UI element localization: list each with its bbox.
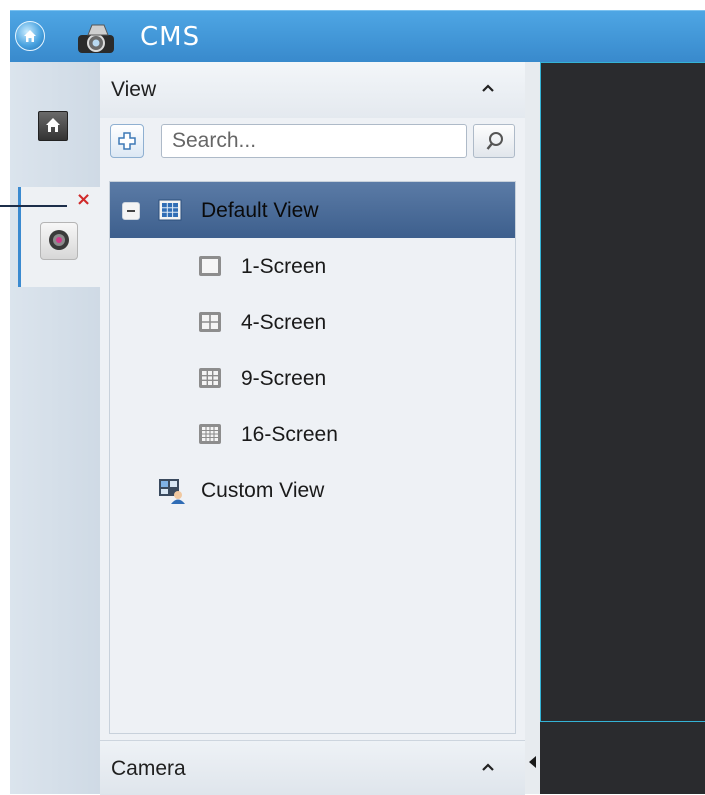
camera-panel-header[interactable]: Camera <box>100 740 525 795</box>
screen-16-icon <box>199 424 221 444</box>
tree-node-label: Default View <box>201 199 319 222</box>
add-view-button[interactable] <box>110 124 144 158</box>
tree-node-1-screen[interactable]: 1-Screen <box>110 238 515 294</box>
close-tab-icon[interactable]: × <box>76 191 91 209</box>
video-toolbar-area <box>540 722 705 794</box>
panel-divider[interactable] <box>525 62 540 794</box>
grid-view-icon <box>158 199 182 221</box>
tree-node-custom-view[interactable]: Custom View <box>110 462 515 518</box>
plus-icon <box>118 132 136 150</box>
cms-logo-icon <box>78 24 114 53</box>
home-orb-button[interactable] <box>15 21 45 51</box>
collapse-node-icon[interactable] <box>122 202 140 220</box>
view-panel-title: View <box>111 78 157 101</box>
left-nav-strip: × <box>10 62 107 794</box>
collapse-chevron-icon[interactable] <box>481 81 495 95</box>
camera-module-tab[interactable]: × <box>18 187 107 287</box>
search-icon <box>486 132 503 150</box>
video-display-area[interactable] <box>540 62 705 722</box>
home-icon <box>46 118 60 132</box>
tree-node-default-view[interactable]: Default View <box>110 182 515 238</box>
title-bar: CMS <box>10 10 705 63</box>
tree-node-label: 4-Screen <box>241 311 327 334</box>
screen-9-icon <box>199 368 221 388</box>
tree-node-16-screen[interactable]: 16-Screen <box>110 406 515 462</box>
tree-node-label: Custom View <box>201 479 325 502</box>
tree-node-4-screen[interactable]: 4-Screen <box>110 294 515 350</box>
tree-node-9-screen[interactable]: 9-Screen <box>110 350 515 406</box>
camera-panel-title: Camera <box>111 757 186 780</box>
camera-icon <box>49 230 69 250</box>
home-nav-button[interactable] <box>38 111 68 141</box>
screen-4-icon <box>199 312 221 332</box>
view-tree: Default View 1-Screen 4-Screen 9-Screen … <box>109 181 516 734</box>
screen-1-icon <box>199 256 221 276</box>
app-title: CMS <box>140 22 201 52</box>
tree-node-label: 16-Screen <box>241 423 338 446</box>
custom-view-icon <box>159 479 185 504</box>
callout-pointer-line <box>0 205 67 207</box>
collapse-left-arrow-icon[interactable] <box>528 755 537 769</box>
tree-node-label: 9-Screen <box>241 367 327 390</box>
home-icon <box>24 30 36 42</box>
camera-module-button[interactable] <box>40 222 78 260</box>
search-input[interactable] <box>161 124 467 158</box>
search-button[interactable] <box>473 124 515 158</box>
collapse-chevron-icon[interactable] <box>481 760 495 774</box>
tree-node-label: 1-Screen <box>241 255 327 278</box>
view-panel-header[interactable]: View <box>100 62 525 118</box>
view-panel: View Default View <box>100 62 525 795</box>
